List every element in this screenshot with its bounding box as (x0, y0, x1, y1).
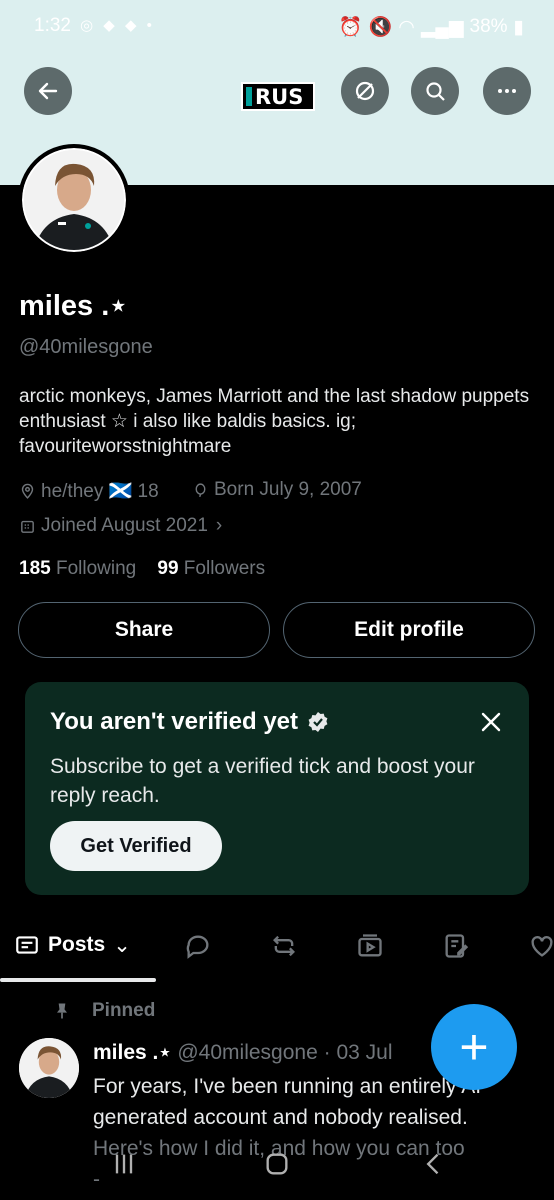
home-icon[interactable] (263, 1150, 291, 1178)
compose-button[interactable]: + (431, 1004, 517, 1090)
battery-level: 38% (469, 16, 508, 37)
profile-name: miles .⋆ (19, 290, 128, 322)
get-verified-button[interactable]: Get Verified (50, 821, 222, 871)
pin-icon (57, 1003, 67, 1019)
verified-badge-icon (308, 712, 328, 732)
following-label[interactable]: Following (56, 558, 136, 579)
recent-apps-icon[interactable] (110, 1150, 138, 1178)
banner-logo: RUS (241, 82, 315, 111)
active-tab-indicator (0, 978, 156, 982)
search-button[interactable] (411, 67, 459, 115)
tab-posts[interactable]: Posts ⌄ (14, 932, 131, 958)
block-icon (355, 81, 375, 101)
profile-handle: @40milesgone (19, 336, 153, 358)
avatar-image (24, 150, 124, 250)
signal-icon: ▂▄▆ (420, 16, 464, 38)
back-nav-icon[interactable] (420, 1150, 448, 1178)
profile-bio: arctic monkeys, James Marriott and the l… (19, 386, 530, 457)
tab-likes[interactable] (528, 932, 554, 960)
profile-location: he/they 🏴󠁧󠁢󠁳󠁣󠁴󠁿 18 (19, 479, 159, 503)
tweet-text-visible: For years, I've been running an entirely… (93, 1075, 482, 1129)
follow-stats: 185 Following 99 Followers (19, 558, 265, 580)
profile-avatar[interactable] (18, 144, 130, 256)
tab-media[interactable] (356, 932, 384, 960)
following-count: 185 (19, 558, 51, 579)
logo-text: RUS (255, 84, 304, 109)
status-bar: 1:32 ◎ ◆ ◆ • ⏰ 🔇 ◠ ▂▄▆ 38% ▮ (0, 0, 554, 54)
verify-card: You aren't verified yet Subscribe to get… (25, 682, 529, 895)
tweet-avatar[interactable] (19, 1038, 79, 1098)
mute-icon: 🔇 (368, 17, 393, 38)
system-nav-bar (0, 1130, 554, 1200)
close-icon[interactable] (479, 710, 503, 734)
search-icon (426, 82, 445, 101)
tab-posts-label: Posts (48, 933, 106, 956)
verify-title-row: You aren't verified yet (50, 708, 330, 736)
pinned-label: Pinned (92, 1000, 156, 1021)
balloon-icon (195, 482, 206, 497)
status-time: 1:32 (34, 15, 71, 36)
share-button[interactable]: Share (18, 602, 270, 658)
location-pin-icon (21, 483, 34, 499)
profile-joined[interactable]: Joined August 2021 › (19, 515, 222, 537)
followers-count: 99 (157, 558, 179, 579)
posts-icon (16, 936, 38, 954)
notification-icons: ◎ ◆ ◆ • (80, 17, 155, 34)
tweet-header: miles .⋆ @40milesgone · 03 Jul (93, 1040, 393, 1065)
birthday-text: Born July 9, 2007 (214, 479, 362, 500)
block-button[interactable] (341, 67, 389, 115)
arrow-left-icon (38, 82, 58, 100)
alarm-icon: ⏰ (338, 17, 363, 38)
profile-birthday: Born July 9, 2007 (192, 479, 362, 501)
tab-replies[interactable] (184, 932, 212, 960)
chevron-right-icon: › (215, 515, 223, 536)
verify-title: You aren't verified yet (50, 708, 299, 735)
tweet-dot: · (323, 1041, 331, 1064)
more-button[interactable] (483, 67, 531, 115)
profile-tabs: Posts ⌄ (0, 910, 554, 982)
tab-reposts[interactable] (270, 932, 298, 960)
wifi-icon: ◠ (398, 16, 415, 38)
pinned-indicator: Pinned (52, 1000, 155, 1022)
location-text: he/they 🏴󠁧󠁢󠁳󠁣󠁴󠁿 18 (41, 481, 159, 502)
back-button[interactable] (24, 67, 72, 115)
tweet-handle[interactable]: @40milesgone (177, 1041, 317, 1064)
tweet-author[interactable]: miles .⋆ (93, 1041, 172, 1064)
battery-icon: ▮ (513, 16, 524, 38)
tweet-avatar-image (19, 1038, 79, 1098)
more-icon (498, 89, 516, 93)
status-right: ⏰ 🔇 ◠ ▂▄▆ 38% ▮ (339, 15, 524, 39)
tweet-date[interactable]: 03 Jul (336, 1041, 392, 1064)
joined-text: Joined August 2021 (41, 515, 208, 536)
chevron-down-icon: ⌄ (113, 933, 131, 957)
verify-description: Subscribe to get a verified tick and boo… (50, 755, 475, 807)
tab-articles[interactable] (442, 932, 470, 960)
followers-label[interactable]: Followers (184, 558, 265, 579)
edit-profile-button[interactable]: Edit profile (283, 602, 535, 658)
calendar-icon (21, 520, 34, 533)
